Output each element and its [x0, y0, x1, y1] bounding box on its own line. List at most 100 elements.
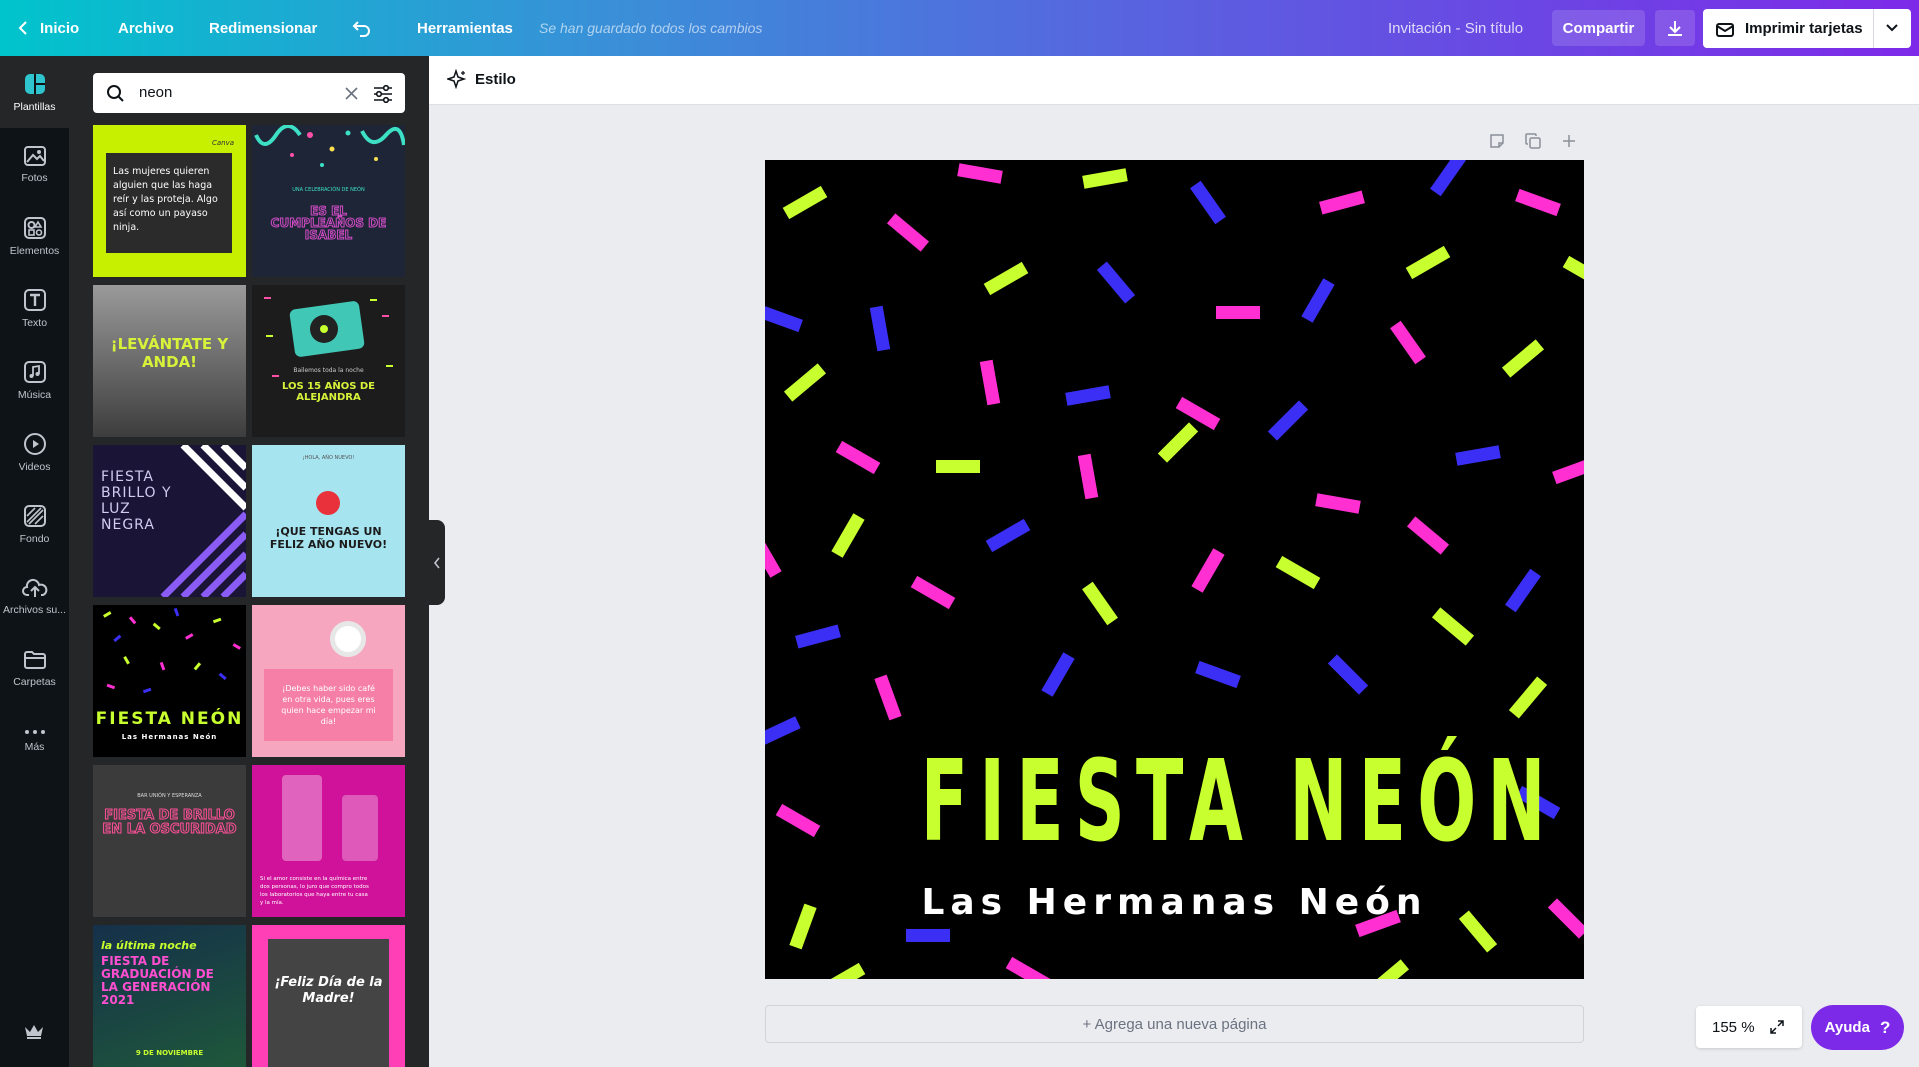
canvas-subtitle[interactable]: Las Hermanas Neón	[765, 882, 1584, 923]
help-button[interactable]: Ayuda ?	[1811, 1005, 1904, 1050]
confetti-piece	[936, 460, 980, 473]
confetti-piece	[765, 533, 782, 578]
download-icon	[1668, 21, 1682, 36]
confetti-piece	[1096, 261, 1136, 304]
confetti-piece	[1405, 245, 1451, 280]
design-canvas[interactable]: FIESTA NEÓN Las Hermanas Neón	[765, 160, 1584, 979]
context-toolbar: Estilo	[429, 56, 1919, 105]
share-button[interactable]: Compartir	[1552, 10, 1645, 46]
template-thumbnail[interactable]: Las mujeres quieren alguien que las haga…	[93, 125, 246, 277]
template-thumbnail[interactable]: Bailemos toda la noche LOS 15 AÑOS DE AL…	[252, 285, 405, 437]
rail-label: Fondo	[19, 532, 50, 545]
rail-item-photos[interactable]: Fotos	[0, 128, 69, 200]
confetti-piece	[1505, 568, 1541, 613]
template-thumbnail[interactable]: FIESTA NEÓN Las Hermanas Neón	[93, 605, 246, 757]
confetti-piece	[1319, 190, 1365, 215]
confetti-piece	[782, 185, 828, 220]
filter-icon[interactable]	[373, 84, 393, 103]
rail-label: Fotos	[21, 171, 48, 184]
video-icon	[23, 432, 46, 455]
download-button[interactable]	[1655, 10, 1695, 46]
home-button[interactable]: Inicio	[18, 0, 79, 56]
clear-icon[interactable]	[344, 86, 359, 101]
confetti-piece	[1455, 445, 1501, 466]
add-new-page-button[interactable]: + Agrega una nueva página	[765, 1005, 1584, 1043]
elements-icon	[23, 216, 46, 239]
search-icon	[107, 85, 124, 102]
confetti-piece	[1082, 581, 1118, 626]
confetti-piece	[1406, 516, 1450, 555]
confetti-piece	[1267, 400, 1309, 441]
save-status: Se han guardado todos los cambios	[539, 20, 763, 36]
canvas-title[interactable]: FIESTA NEÓN	[921, 737, 1546, 867]
template-thumbnail[interactable]: UNA CELEBRACIÓN DE NEÓN ES EL CUMPLEAÑOS…	[252, 125, 405, 277]
rail-label: Archivos su...	[2, 603, 67, 616]
confetti-piece	[957, 163, 1003, 184]
confetti-piece	[1190, 180, 1226, 225]
document-title[interactable]: Invitación - Sin título	[1388, 0, 1523, 56]
template-thumbnail[interactable]: la última noche FIESTA DE GRADUACIÓN DE …	[93, 925, 246, 1067]
question-icon: ?	[1879, 1017, 1891, 1037]
print-cards-button[interactable]: Imprimir tarjetas	[1703, 9, 1911, 48]
add-page-icon[interactable]	[1560, 132, 1578, 150]
template-thumbnail[interactable]: ¡LEVÁNTATE Y ANDA!	[93, 285, 246, 437]
file-menu[interactable]: Archivo	[118, 0, 174, 56]
confetti-piece	[906, 929, 950, 942]
duplicate-page-icon[interactable]	[1524, 132, 1542, 150]
envelope-icon	[1716, 22, 1734, 37]
undo-button[interactable]	[352, 0, 372, 56]
confetti-piece	[783, 363, 827, 402]
template-thumbnail[interactable]: BAR UNIÓN Y ESPERANZA FIESTA DE BRILLO E…	[93, 765, 246, 917]
template-thumbnail[interactable]: Si el amor consiste en la química entre …	[252, 765, 405, 917]
upload-icon	[21, 578, 47, 597]
confetti-piece	[985, 518, 1031, 553]
template-thumbnail[interactable]: ¡HOLA, AÑO NUEVO! ¡QUE TENGAS UN FELIZ A…	[252, 445, 405, 597]
rail-item-more[interactable]: Más	[0, 704, 69, 776]
templates-icon	[24, 73, 45, 94]
crown-pro-button[interactable]	[23, 1022, 45, 1045]
note-icon[interactable]	[1488, 132, 1506, 150]
resize-menu[interactable]: Redimensionar	[209, 0, 317, 56]
rail-item-text[interactable]: Texto	[0, 272, 69, 344]
confetti-piece	[886, 213, 930, 252]
confetti-piece	[765, 304, 803, 333]
confetti-piece	[910, 575, 956, 610]
style-button[interactable]: Estilo	[447, 69, 516, 89]
confetti-piece	[1501, 339, 1545, 378]
chevron-down-icon[interactable]	[1886, 24, 1898, 32]
confetti-piece	[1216, 306, 1260, 319]
photos-icon	[23, 145, 46, 166]
tools-menu[interactable]: Herramientas	[417, 0, 513, 56]
top-bar: Inicio Archivo Redimensionar Herramienta…	[0, 0, 1919, 56]
confetti-piece	[765, 716, 801, 747]
template-thumbnail[interactable]: ¡Feliz Día de la Madre!	[252, 925, 405, 1067]
confetti-piece	[1327, 654, 1369, 695]
confetti-piece	[775, 803, 821, 838]
rail-label: Música	[17, 388, 52, 401]
zoom-control[interactable]: 155 %	[1696, 1006, 1802, 1048]
templates-panel: neon Las mujeres quieren alguien que las…	[69, 56, 429, 1067]
template-search[interactable]: neon	[93, 73, 405, 113]
collapse-panel-button[interactable]	[429, 520, 445, 605]
rail-item-music[interactable]: Música	[0, 344, 69, 416]
expand-icon[interactable]	[1769, 1019, 1785, 1035]
template-thumbnail[interactable]: FIESTA BRILLO Y LUZ NEGRA	[93, 445, 246, 597]
confetti-piece	[835, 440, 881, 475]
folder-icon	[23, 650, 46, 669]
confetti-piece	[795, 624, 841, 649]
search-input[interactable]: neon	[139, 84, 172, 101]
rail-item-background[interactable]: Fondo	[0, 488, 69, 560]
more-icon	[24, 729, 45, 734]
help-label: Ayuda	[1824, 1019, 1870, 1036]
rail-item-elements[interactable]: Elementos	[0, 200, 69, 272]
rail-item-videos[interactable]: Videos	[0, 416, 69, 488]
crown-icon	[25, 1025, 43, 1039]
rail-item-templates[interactable]: Plantillas	[0, 56, 69, 128]
confetti-piece	[1082, 168, 1128, 189]
confetti-piece	[874, 674, 902, 721]
template-thumbnail[interactable]: ¡Debes haber sido café en otra vida, pue…	[252, 605, 405, 757]
confetti-piece	[820, 962, 866, 979]
confetti-piece	[1301, 278, 1335, 323]
rail-item-uploads[interactable]: Archivos su...	[0, 560, 69, 632]
rail-item-folders[interactable]: Carpetas	[0, 632, 69, 704]
